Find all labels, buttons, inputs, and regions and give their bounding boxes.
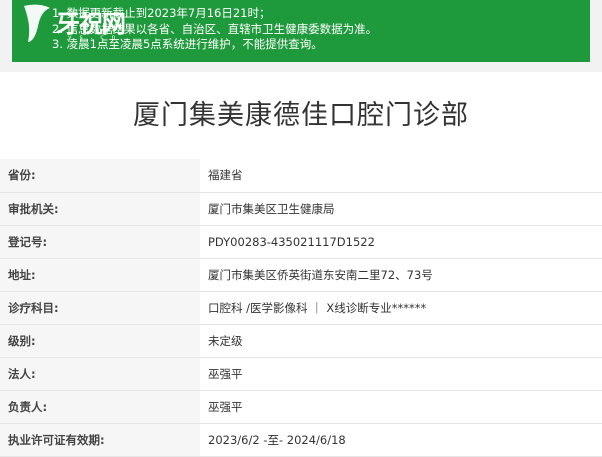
field-value-province: 福建省 [200, 159, 602, 192]
field-label-authority: 审批机关: [0, 192, 200, 225]
field-label-level: 级别: [0, 324, 200, 357]
table-row: 诊疗科目: 口腔科 /医学影像科 ｜ X线诊断专业****** [0, 291, 602, 324]
field-label-departments: 诊疗科目: [0, 291, 200, 324]
table-row: 审批机关: 厦门市集美区卫生健康局 [0, 192, 602, 225]
field-label-license-validity: 执业许可证有效期: [0, 423, 200, 456]
field-label-address: 地址: [0, 258, 200, 291]
field-value-manager: 巫强平 [200, 390, 602, 423]
field-value-departments: 口腔科 /医学影像科 ｜ X线诊断专业****** [200, 291, 602, 324]
table-row: 登记号: PDY00283-435021117D1522 [0, 225, 602, 258]
field-value-license-validity: 2023/6/2 -至- 2024/6/18 [200, 423, 602, 456]
field-value-level: 未定级 [200, 324, 602, 357]
notice-line: 3. 凌晨1点至凌晨5点系统进行维护，不能提供查询。 [52, 37, 323, 51]
field-value-authority: 厦门市集美区卫生健康局 [200, 192, 602, 225]
notice-banner: 牙祝网 y s . c n 1. 数据更新截止到2023年7月16日21时； 2… [12, 0, 590, 62]
page-title: 厦门集美康德佳口腔门诊部 [133, 100, 469, 131]
table-row: 执业许可证有效期: 2023/6/2 -至- 2024/6/18 [0, 423, 602, 456]
field-value-registration: PDY00283-435021117D1522 [200, 225, 602, 258]
field-label-legal-person: 法人: [0, 357, 200, 390]
table-row: 级别: 未定级 [0, 324, 602, 357]
field-value-address: 厦门市集美区侨英街道东安南二里72、73号 [200, 258, 602, 291]
table-row: 地址: 厦门市集美区侨英街道东安南二里72、73号 [0, 258, 602, 291]
field-label-registration: 登记号: [0, 225, 200, 258]
table-row: 省份: 福建省 [0, 159, 602, 192]
field-label-province: 省份: [0, 159, 200, 192]
info-table: 省份: 福建省 审批机关: 厦门市集美区卫生健康局 登记号: PDY00283-… [0, 159, 602, 457]
field-value-legal-person: 巫强平 [200, 357, 602, 390]
notice-line: 1. 数据更新截止到2023年7月16日21时； [52, 6, 271, 20]
field-label-manager: 负责人: [0, 390, 200, 423]
notice-line: 2. 信息数据结果以各省、自治区、直辖市卫生健康委数据为准。 [52, 21, 378, 36]
tooth-icon [24, 4, 50, 43]
notice-list: 1. 数据更新截止到2023年7月16日21时； 2. 信息数据结果以各省、自治… [52, 6, 377, 53]
table-row: 负责人: 巫强平 [0, 390, 602, 423]
table-row: 法人: 巫强平 [0, 357, 602, 390]
